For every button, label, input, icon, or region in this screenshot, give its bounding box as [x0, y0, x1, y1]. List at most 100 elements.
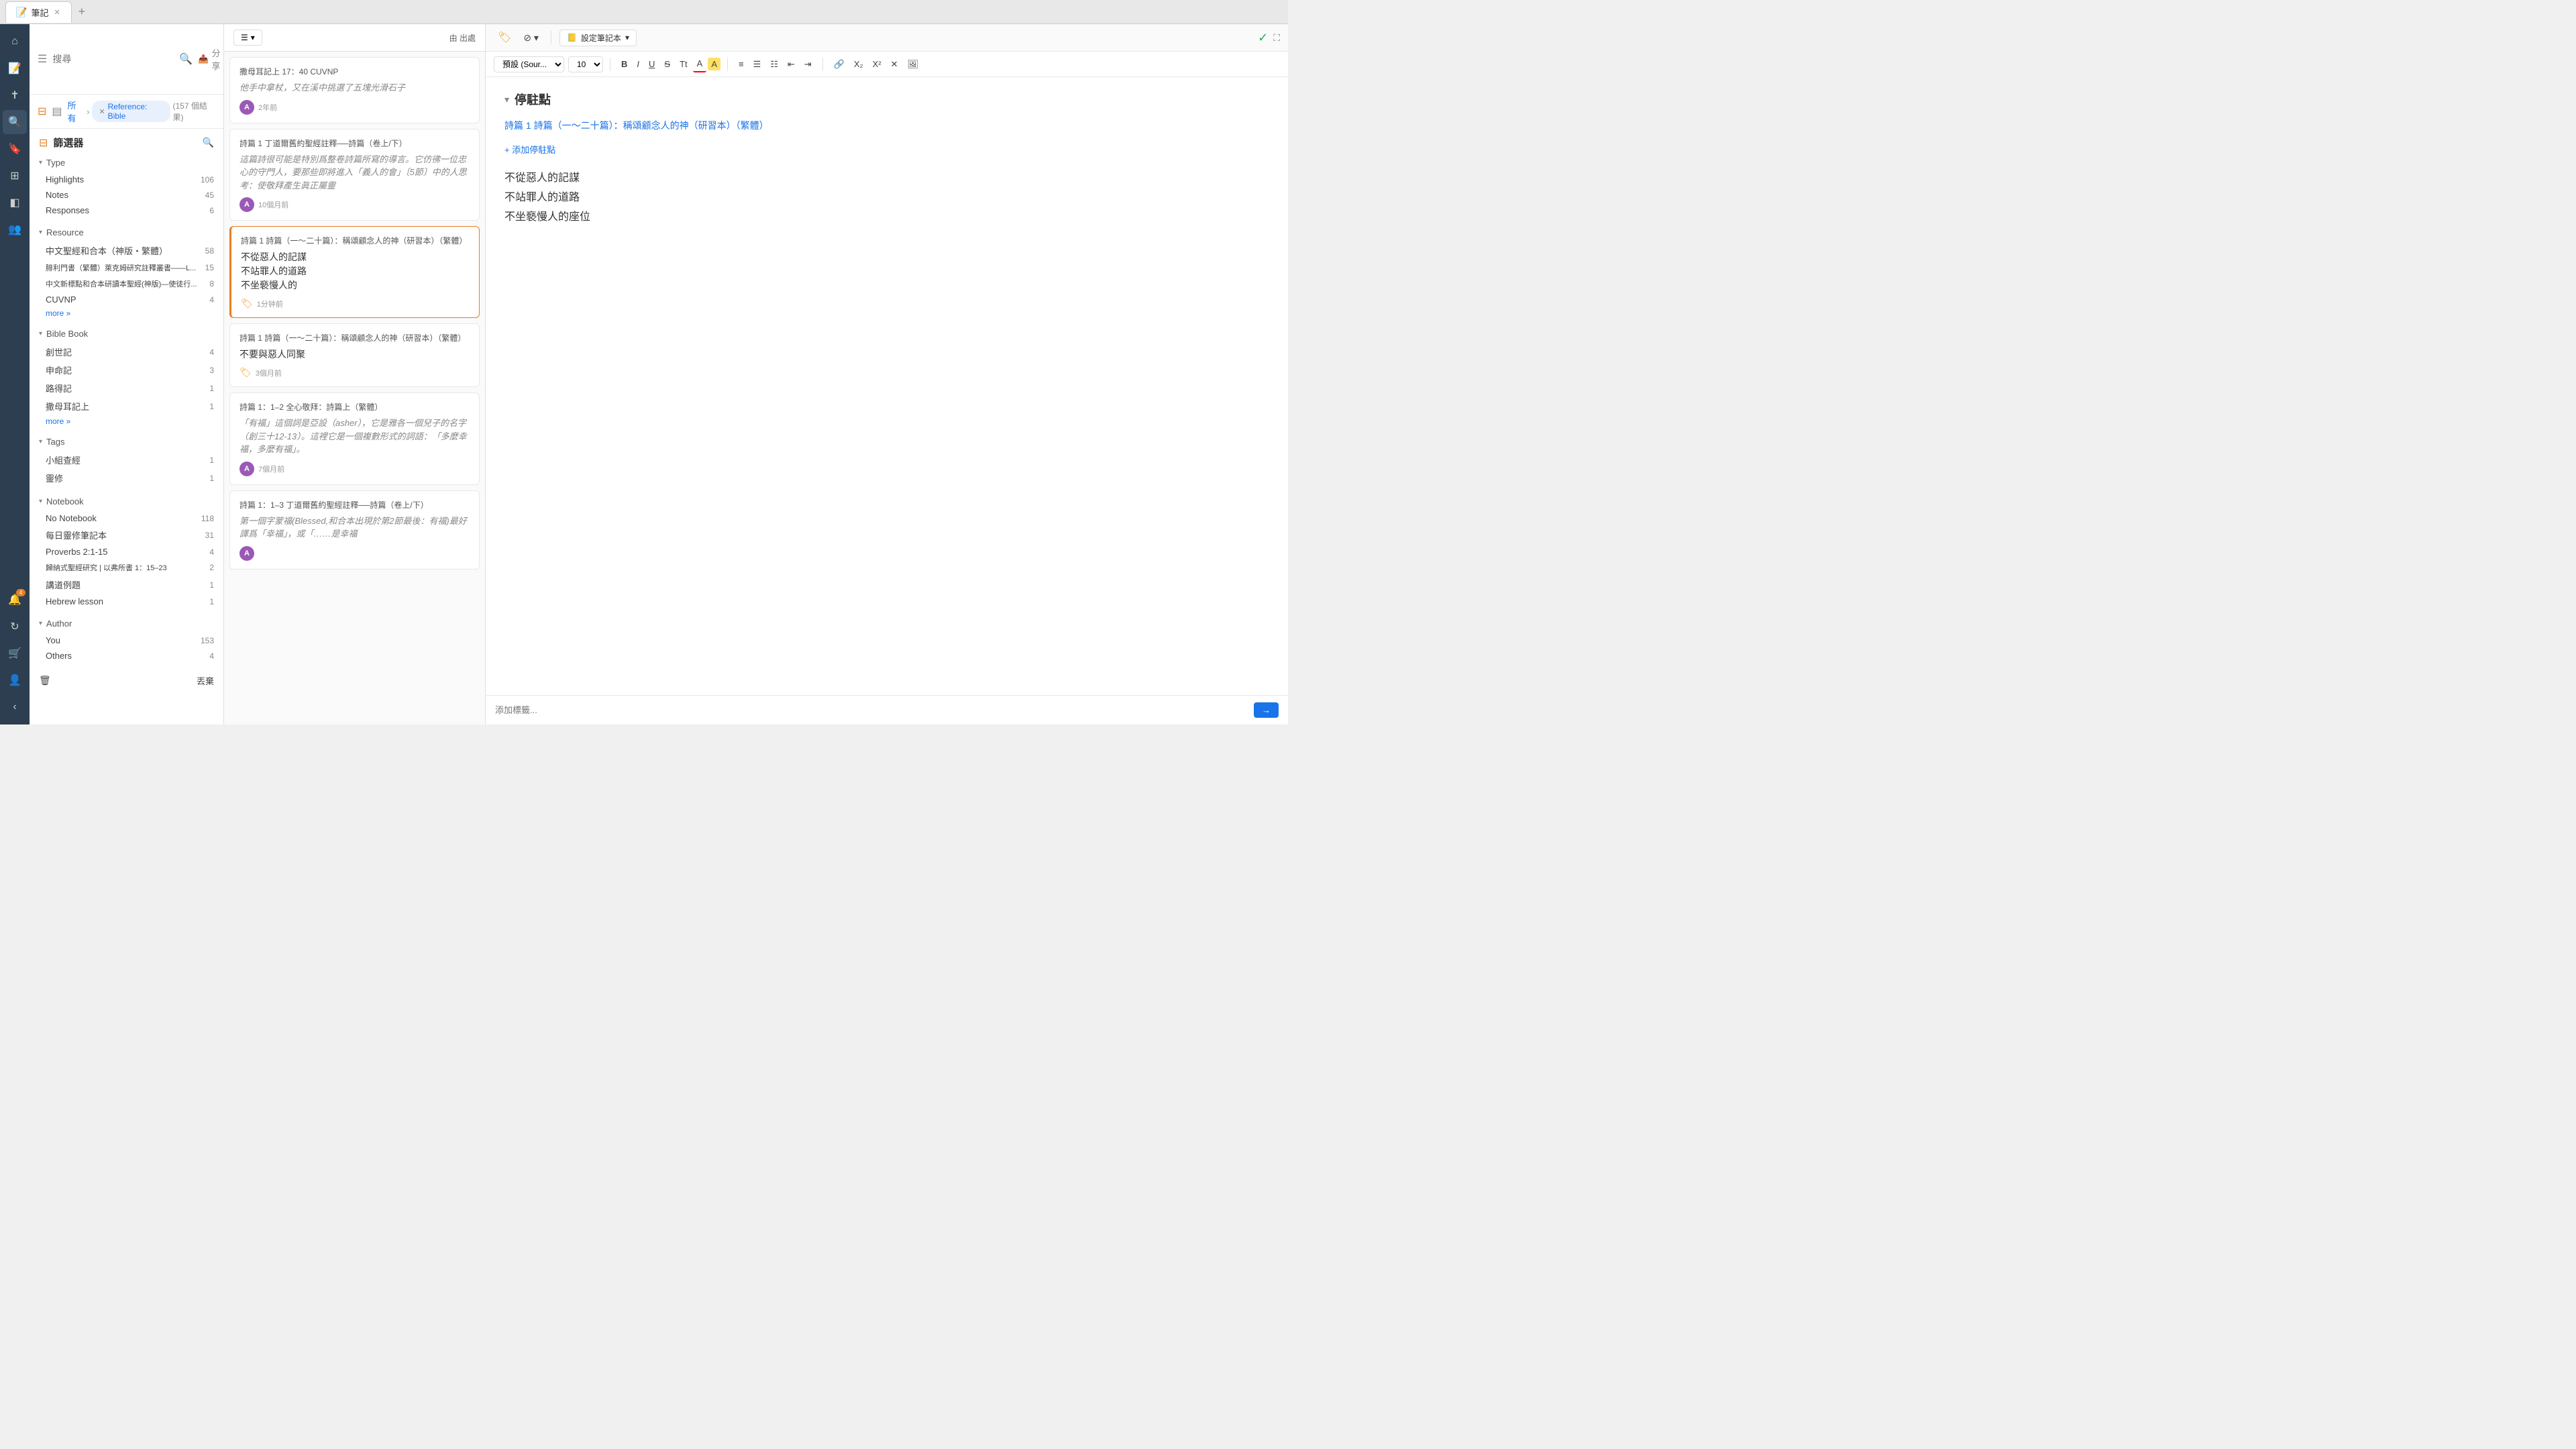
tag-icon: 🏷	[241, 298, 253, 309]
filter-book-deuteronomy[interactable]: 申命記 3	[30, 361, 223, 379]
filter-resource-3[interactable]: 中文新標點和合本研讀本聖經(神版)—使徒行... 8	[30, 276, 223, 292]
clear-format-button[interactable]: ✕	[887, 56, 902, 72]
section-chevron-icon[interactable]: ▾	[504, 94, 509, 105]
tab-close-button[interactable]: ✕	[52, 7, 61, 18]
filter-notebook-ephesians[interactable]: 歸納式聖經研究 | 以弗所書 1：15–23 2	[30, 559, 223, 576]
filter-tag-small-group[interactable]: 小組查經 1	[30, 451, 223, 469]
sidebar-icon-bookmark[interactable]: 🔖	[3, 137, 27, 161]
share-button[interactable]: 📤 分享	[198, 46, 220, 72]
image-button[interactable]: 🖼	[904, 56, 923, 72]
filter-author-others[interactable]: Others 4	[30, 648, 223, 663]
menu-icon[interactable]: ☰	[38, 52, 47, 66]
sidebar-icon-apps[interactable]: ⊞	[3, 164, 27, 188]
filter-notebook-hebrew[interactable]: Hebrew lesson 1	[30, 594, 223, 609]
note-body[interactable]: 不從惡人的記謀 不站罪人的道路 不坐褻慢人的座位	[504, 169, 1269, 227]
sidebar-icon-highlight[interactable]: ◧	[3, 191, 27, 215]
view-toggle-icon[interactable]: ▤	[52, 105, 62, 118]
filter-author-header[interactable]: ▾ Author	[30, 614, 223, 633]
filter-author-you[interactable]: You 153	[30, 633, 223, 648]
font-family-select[interactable]: 預設 (Sour...	[494, 56, 564, 72]
filter-notebook-sermon[interactable]: 講道例題 1	[30, 576, 223, 594]
sidebar-icon-collapse[interactable]: ‹	[3, 695, 27, 719]
list-ol-button[interactable]: ☷	[766, 56, 782, 72]
filter-icon[interactable]: ⊟	[38, 105, 46, 118]
note-card[interactable]: 詩篇 1 詩篇（一～二十篇）：稱頌顧念人的神（研習本）（繁體） 不要與惡人同聚 …	[229, 323, 480, 387]
icon-sidebar: ⌂ 📝 ✝ 🔍 🔖 ⊞ ◧ 👥 🔔 4 ↻ 🛒 👤 ‹	[0, 24, 30, 724]
note-time: 7個月前	[258, 464, 284, 474]
filter-book-ruth[interactable]: 路得記 1	[30, 379, 223, 397]
filter-type-header[interactable]: ▾ Type	[30, 154, 223, 172]
tab-notes[interactable]: 📝 筆記 ✕	[5, 1, 72, 23]
circle-check-button[interactable]: ⊘ ▾	[519, 30, 543, 46]
filter-book-samuel[interactable]: 撒母耳記上 1	[30, 397, 223, 415]
indent-less-button[interactable]: ⇤	[784, 56, 799, 72]
filter-resource-2[interactable]: 腓利門書（繁體）萊克姆研究註釋叢書——L... 15	[30, 260, 223, 276]
italic-button[interactable]: I	[633, 56, 643, 72]
sidebar-icon-notification[interactable]: 🔔 4	[3, 588, 27, 612]
text-format-group: B I U S Tt A A	[617, 56, 720, 72]
reference-link[interactable]: 詩篇 1 詩篇（一～二十篇）：稱頌顧念人的神（研習本）（繁體）	[504, 120, 769, 131]
filter-type-responses[interactable]: Responses 6	[30, 203, 223, 218]
sidebar-icon-search[interactable]: 🔍	[3, 110, 27, 134]
sidebar-icon-bible[interactable]: ✝	[3, 83, 27, 107]
filter-resource-header[interactable]: ▾ Resource	[30, 223, 223, 241]
filter-notebook-header[interactable]: ▾ Notebook	[30, 492, 223, 511]
tab-add-button[interactable]: +	[74, 5, 90, 19]
subscript-button[interactable]: X₂	[850, 56, 867, 72]
bold-button[interactable]: B	[617, 56, 631, 72]
breadcrumb-all[interactable]: 所有	[68, 99, 85, 124]
add-stop-link[interactable]: + 添加停駐點	[504, 143, 1269, 156]
tt-button[interactable]: Tt	[676, 56, 692, 72]
filter-notebook-daily[interactable]: 每日靈修筆記本 31	[30, 526, 223, 544]
breadcrumb-tag-close[interactable]: ✕	[99, 107, 105, 116]
tag-submit-button[interactable]: →	[1254, 702, 1279, 718]
sidebar-icon-community[interactable]: 👥	[3, 217, 27, 241]
link-button[interactable]: 🔗	[830, 56, 849, 72]
search-icon[interactable]: 🔍	[179, 52, 193, 66]
tag-input[interactable]	[495, 705, 1254, 715]
note-ref: 詩篇 1：1–2 全心敬拜：詩篇上（繁體）	[239, 401, 470, 413]
superscript-button[interactable]: X²	[869, 56, 885, 72]
align-button[interactable]: ≡	[735, 56, 748, 72]
notes-view-button[interactable]: ☰ ▾	[233, 30, 262, 46]
filter-resource-cuvnp[interactable]: CUVNP 4	[30, 292, 223, 307]
indent-more-button[interactable]: ⇥	[800, 56, 816, 72]
notes-sort-label[interactable]: 由 出處	[449, 32, 476, 44]
sidebar-icon-profile[interactable]: 👤	[3, 668, 27, 692]
underline-button[interactable]: U	[645, 56, 659, 72]
note-card-active[interactable]: 詩篇 1 詩篇（一～二十篇）：稱頌顧念人的神（研習本）（繁體） 不從惡人的記謀不…	[229, 226, 480, 318]
filter-trash[interactable]: 🗑 丟棄	[30, 672, 223, 690]
sidebar-icon-cart[interactable]: 🛒	[3, 641, 27, 665]
note-meta: A 7個月前	[239, 462, 470, 476]
filter-bible-more[interactable]: more »	[30, 415, 223, 427]
sidebar-icon-home[interactable]: ⌂	[3, 30, 27, 54]
note-card[interactable]: 詩篇 1：1–2 全心敬拜：詩篇上（繁體） 「有福」這個詞是亞設（asher），…	[229, 392, 480, 485]
filter-resource-1[interactable]: 中文聖經和合本（神版・繁體） 58	[30, 241, 223, 260]
sidebar-icon-sync[interactable]: ↻	[3, 614, 27, 639]
filter-type-notes[interactable]: Notes 45	[30, 187, 223, 203]
expand-icon[interactable]: ⛶	[1273, 32, 1280, 44]
sidebar-icon-notes[interactable]: 📝	[3, 56, 27, 80]
filter-book-genesis[interactable]: 創世記 4	[30, 343, 223, 361]
filter-search-icon[interactable]: 🔍	[203, 137, 214, 148]
highlight-color-button[interactable]: 🏷	[494, 28, 515, 47]
chevron-down-icon: ▾	[39, 438, 42, 445]
font-color-button[interactable]: A	[693, 56, 707, 72]
note-card[interactable]: 詩篇 1 丁道爾舊約聖經註釋──詩篇（卷上/下） 這篇詩很可能是特別爲整卷詩篇所…	[229, 129, 480, 221]
filter-bible-book-header[interactable]: ▾ Bible Book	[30, 325, 223, 343]
notebook-selector[interactable]: 📒 設定筆記本 ▾	[559, 30, 637, 46]
note-card[interactable]: 詩篇 1：1–3 丁道爾舊約聖經註釋──詩篇（卷上/下） 第一個字蒙福(Bles…	[229, 490, 480, 570]
filter-resource-more[interactable]: more »	[30, 307, 223, 319]
filter-type-highlights[interactable]: Highlights 106	[30, 172, 223, 187]
filter-notebook-proverbs[interactable]: Proverbs 2:1-15 4	[30, 544, 223, 559]
filter-tag-devotion[interactable]: 靈修 1	[30, 469, 223, 487]
font-size-select[interactable]: 10	[568, 56, 603, 72]
strikethrough-button[interactable]: S	[660, 56, 674, 72]
font-highlight-button[interactable]: A	[708, 58, 720, 70]
list-ul-button[interactable]: ☰	[749, 56, 765, 72]
filter-notebook-none[interactable]: No Notebook 118	[30, 511, 223, 526]
filter-tags-header[interactable]: ▾ Tags	[30, 433, 223, 451]
note-card[interactable]: 撒母耳記上 17：40 CUVNP 他手中拿杖，又在溪中挑選了五塊光滑石子 A …	[229, 57, 480, 123]
panel-header: ⊟ 篩選器 🔍	[30, 129, 223, 154]
search-input[interactable]	[52, 54, 174, 64]
